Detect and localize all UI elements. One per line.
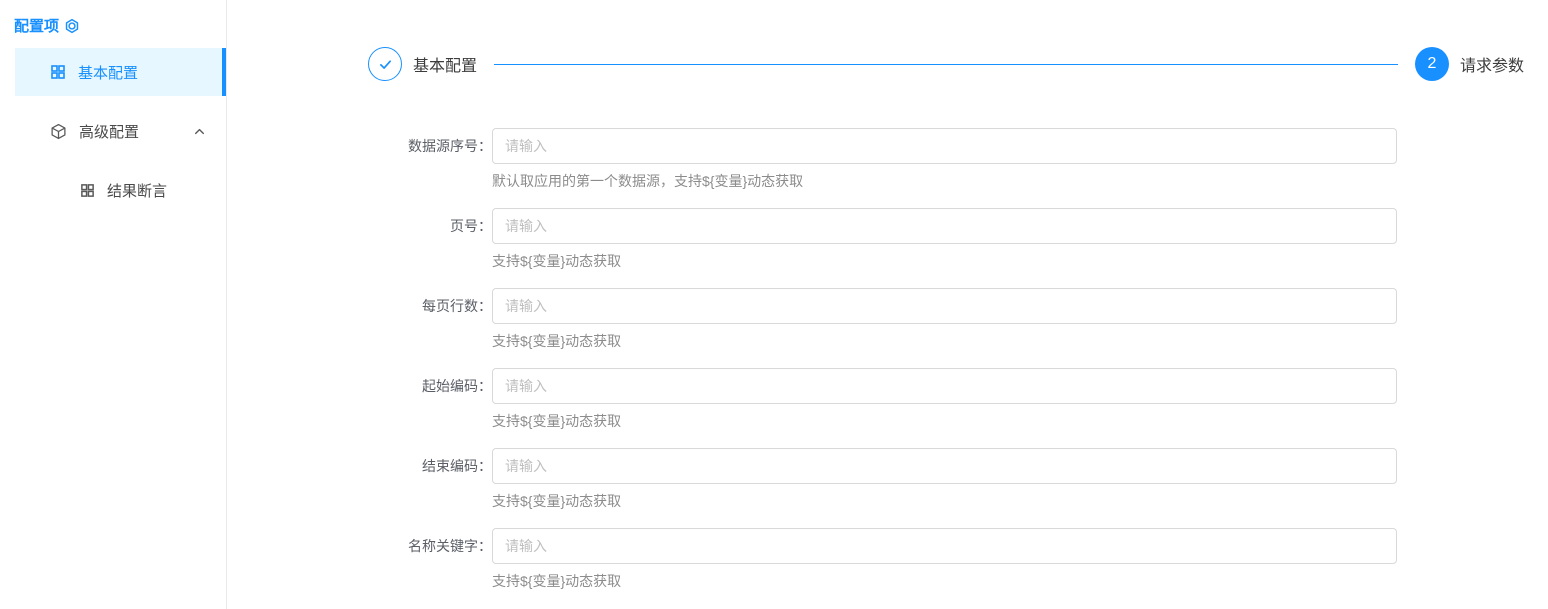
sidebar-menu: 基本配置 高级配置 [0, 48, 226, 214]
form-row-end-code: 结束编码： 支持${变量}动态获取 [368, 448, 1524, 511]
step-request-params[interactable]: 2 请求参数 [1415, 47, 1524, 81]
step-connector-line [494, 64, 1398, 65]
name-keyword-input[interactable] [492, 528, 1397, 564]
sidebar-title: 配置项 [0, 0, 226, 36]
sidebar: 配置项 基本配置 [0, 0, 227, 609]
step-basic-config[interactable]: 基本配置 [368, 47, 477, 81]
field-hint: 默认取应用的第一个数据源，支持${变量}动态获取 [492, 172, 1524, 191]
sidebar-item-result-assertion[interactable]: 结果断言 [15, 166, 226, 214]
end-code-input[interactable] [492, 448, 1397, 484]
form-row-rows-per-page: 每页行数： 支持${变量}动态获取 [368, 288, 1524, 351]
step-label: 基本配置 [413, 52, 477, 76]
sidebar-item-label: 基本配置 [78, 62, 138, 83]
form-row-datasource-index: 数据源序号： 默认取应用的第一个数据源，支持${变量}动态获取 [368, 128, 1524, 191]
datasource-index-input[interactable] [492, 128, 1397, 164]
form-row-start-code: 起始编码： 支持${变量}动态获取 [368, 368, 1524, 431]
start-code-input[interactable] [492, 368, 1397, 404]
step-number: 2 [1428, 55, 1437, 73]
field-label: 结束编码： [368, 448, 492, 484]
nut-icon[interactable] [64, 18, 80, 34]
field-label: 页号： [368, 208, 492, 244]
grid-icon [50, 64, 66, 80]
cube-icon [50, 123, 67, 140]
field-label: 每页行数： [368, 288, 492, 324]
grid-icon [80, 183, 95, 198]
field-hint: 支持${变量}动态获取 [492, 252, 1524, 271]
field-hint: 支持${变量}动态获取 [492, 492, 1524, 511]
main-content: 基本配置 2 请求参数 数据源序号： 默认取应用的第一个数据源，支持${变量}动… [227, 0, 1548, 609]
form-row-page-number: 页号： 支持${变量}动态获取 [368, 208, 1524, 271]
sidebar-item-label: 结果断言 [107, 180, 167, 201]
field-label: 名称关键字： [368, 528, 492, 564]
rows-per-page-input[interactable] [492, 288, 1397, 324]
form-row-name-keyword: 名称关键字： 支持${变量}动态获取 [368, 528, 1524, 591]
step-active-circle: 2 [1415, 47, 1449, 81]
sidebar-item-label: 高级配置 [79, 121, 139, 142]
field-hint: 支持${变量}动态获取 [492, 412, 1524, 431]
field-label: 数据源序号： [368, 128, 492, 164]
sidebar-item-basic-config[interactable]: 基本配置 [15, 48, 226, 96]
step-finished-circle [368, 47, 402, 81]
page: 配置项 基本配置 [0, 0, 1548, 609]
field-label: 起始编码： [368, 368, 492, 404]
sidebar-title-text: 配置项 [14, 15, 59, 36]
field-hint: 支持${变量}动态获取 [492, 332, 1524, 351]
sidebar-item-advanced-config[interactable]: 高级配置 [15, 107, 226, 155]
page-number-input[interactable] [492, 208, 1397, 244]
check-icon [377, 56, 394, 73]
chevron-up-icon[interactable] [193, 125, 206, 138]
step-label: 请求参数 [1460, 52, 1524, 76]
field-hint: 支持${变量}动态获取 [492, 572, 1524, 591]
steps-bar: 基本配置 2 请求参数 [368, 47, 1524, 81]
config-form: 数据源序号： 默认取应用的第一个数据源，支持${变量}动态获取 页号： 支持${… [368, 128, 1524, 591]
